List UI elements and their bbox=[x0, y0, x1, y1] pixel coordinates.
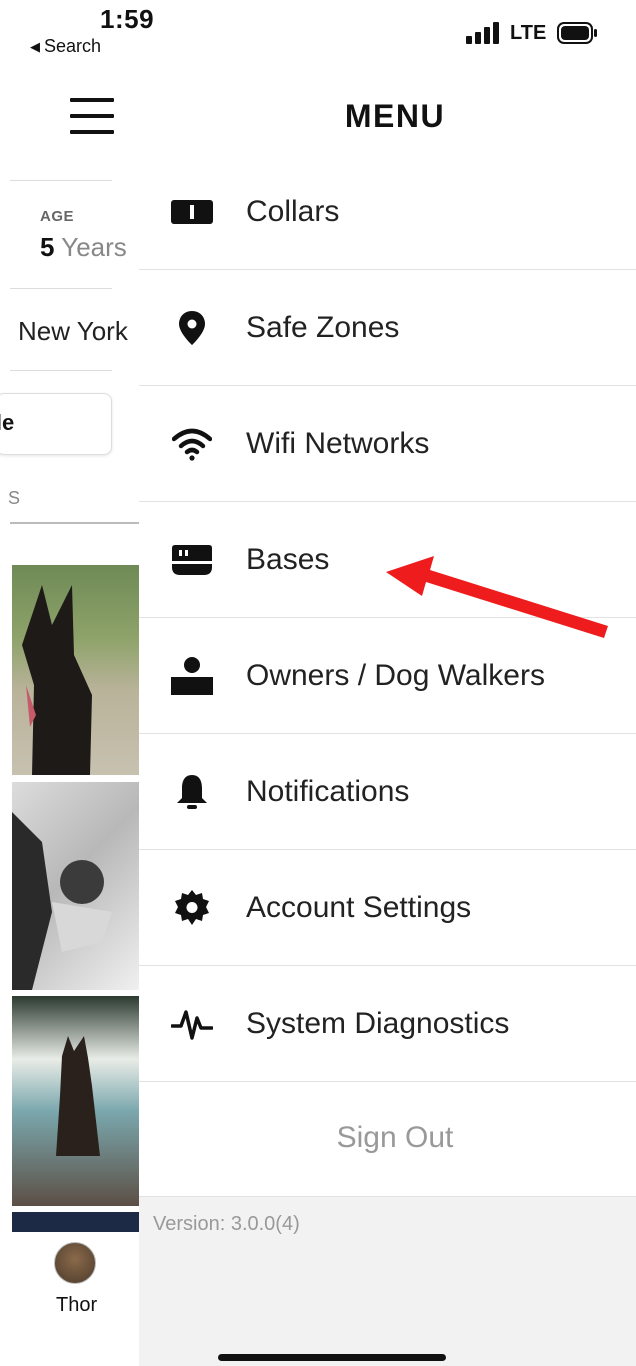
age-label: AGE bbox=[40, 208, 75, 225]
menu-item-notifications[interactable]: Notifications bbox=[139, 734, 636, 850]
version-footer: Version: 3.0.0(4) bbox=[139, 1196, 636, 1366]
location-pin-icon bbox=[169, 308, 215, 348]
menu-item-label: System Diagnostics bbox=[246, 1006, 510, 1040]
menu-drawer: MENU Collars Safe Zones Wifi Networks Ba… bbox=[139, 70, 636, 1366]
divider bbox=[10, 180, 112, 181]
menu-item-label: Safe Zones bbox=[246, 310, 400, 344]
menu-list: Collars Safe Zones Wifi Networks Bases O… bbox=[139, 154, 636, 1082]
pet-name[interactable]: Thor bbox=[56, 1294, 97, 1317]
back-label: Search bbox=[44, 36, 102, 56]
section-header: S bbox=[8, 488, 21, 508]
menu-item-owners-dog-walkers[interactable]: Owners / Dog Walkers bbox=[139, 618, 636, 734]
city-label: New York bbox=[18, 316, 128, 346]
dog-silhouette-icon bbox=[22, 585, 92, 775]
menu-item-label: Owners / Dog Walkers bbox=[246, 658, 545, 692]
dog-sitting-icon bbox=[56, 1036, 100, 1156]
wifi-icon bbox=[169, 424, 215, 464]
status-bar: 1:59 ◀ Search LTE bbox=[0, 0, 636, 70]
pet-photo[interactable] bbox=[12, 565, 140, 775]
menu-item-label: Account Settings bbox=[246, 890, 472, 924]
status-time: 1:59 bbox=[100, 4, 155, 34]
collar-icon bbox=[169, 192, 215, 232]
person-icon bbox=[169, 656, 215, 696]
pet-photo[interactable] bbox=[12, 996, 140, 1206]
battery-icon bbox=[557, 22, 597, 44]
menu-item-collars[interactable]: Collars bbox=[139, 154, 636, 270]
hamburger-menu-icon[interactable] bbox=[70, 98, 114, 136]
edit-profile-button[interactable]: ofile bbox=[0, 393, 112, 455]
bell-icon bbox=[169, 772, 215, 812]
menu-item-account-settings[interactable]: Account Settings bbox=[139, 850, 636, 966]
back-triangle-icon: ◀ bbox=[30, 38, 40, 54]
profile-button-label: ofile bbox=[0, 410, 15, 435]
menu-item-wifi-networks[interactable]: Wifi Networks bbox=[139, 386, 636, 502]
gear-icon bbox=[169, 888, 215, 928]
menu-item-label: Notifications bbox=[246, 774, 410, 808]
menu-item-safe-zones[interactable]: Safe Zones bbox=[139, 270, 636, 386]
menu-title: MENU bbox=[344, 98, 446, 134]
pet-avatar[interactable] bbox=[54, 1242, 96, 1284]
pet-photo[interactable] bbox=[12, 1212, 140, 1232]
menu-item-label: Bases bbox=[246, 542, 330, 576]
pulse-icon bbox=[169, 1004, 215, 1044]
home-indicator[interactable] bbox=[218, 1354, 446, 1361]
dog-and-person-icon bbox=[12, 812, 112, 990]
age-number: 5 bbox=[40, 232, 55, 262]
sign-out-button[interactable]: Sign Out bbox=[139, 1082, 636, 1194]
menu-item-label: Collars bbox=[246, 194, 340, 228]
carrier-label: LTE bbox=[510, 22, 547, 44]
base-station-icon bbox=[169, 540, 215, 580]
section-underline bbox=[10, 522, 140, 524]
age-unit: Years bbox=[61, 232, 127, 262]
menu-item-system-diagnostics[interactable]: System Diagnostics bbox=[139, 966, 636, 1082]
divider bbox=[10, 370, 112, 371]
version-label: Version: 3.0.0(4) bbox=[153, 1213, 300, 1235]
menu-item-bases[interactable]: Bases bbox=[139, 502, 636, 618]
age-value: 5 Years bbox=[40, 232, 127, 263]
background-pet-profile: AGE 5 Years New York ofile S Thor bbox=[0, 70, 140, 1366]
pet-photo[interactable] bbox=[12, 782, 140, 990]
back-to-search-button[interactable]: ◀ Search bbox=[30, 36, 101, 57]
cellular-signal-icon bbox=[466, 22, 499, 44]
divider bbox=[10, 288, 112, 289]
menu-item-label: Wifi Networks bbox=[246, 426, 430, 460]
